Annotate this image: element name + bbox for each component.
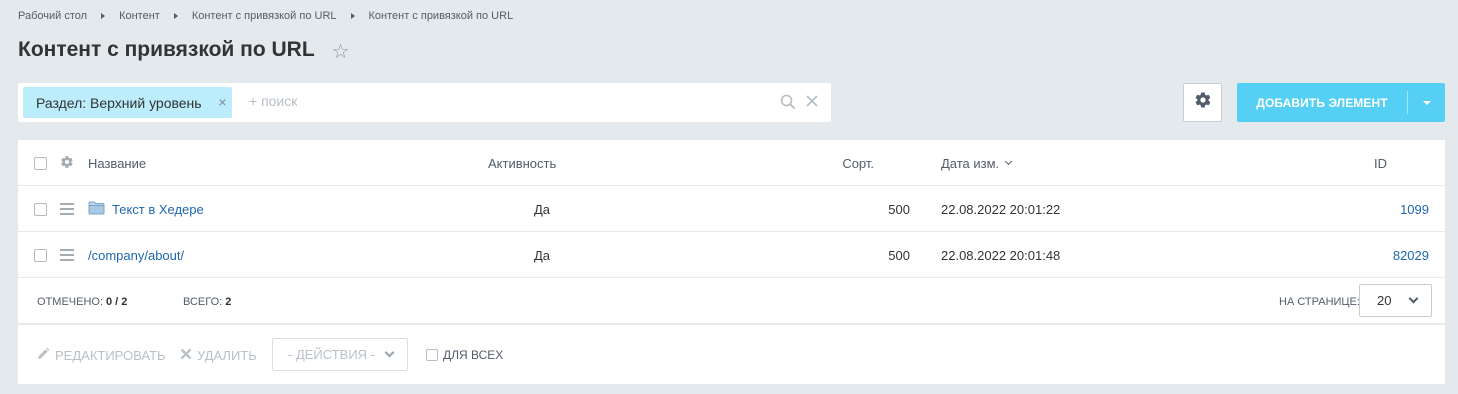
add-element-dropdown-button[interactable]: [1408, 100, 1445, 105]
row-id-link[interactable]: 1099: [1400, 202, 1429, 217]
title-row: Контент с привязкой по URL ☆: [18, 38, 350, 62]
folder-icon: [88, 201, 105, 218]
breadcrumb-item-content[interactable]: Контент: [119, 10, 160, 22]
column-header-name[interactable]: Название: [88, 140, 146, 186]
add-element-label: ДОБАВИТЬ ЭЛЕМЕНТ: [1256, 95, 1388, 110]
drag-handle-icon[interactable]: [60, 249, 74, 261]
row-date-cell: 22.08.2022 20:01:48: [941, 247, 1061, 263]
breadcrumb-separator-icon: [350, 13, 355, 19]
row-menu-cell: [60, 232, 74, 278]
filter-tag-close-icon[interactable]: ×: [218, 94, 226, 110]
row-checkbox[interactable]: [34, 248, 47, 262]
filter-tag-label: Раздел: Верхний уровень: [36, 94, 202, 111]
content-grid: Название Активность Сорт. Дата изм. ID Т…: [18, 140, 1445, 384]
per-page-label: НА СТРАНИЦЕ:: [1279, 295, 1360, 308]
for-all-checkbox[interactable]: [426, 349, 438, 361]
column-settings-cell: [60, 140, 74, 186]
add-element-button[interactable]: ДОБАВИТЬ ЭЛЕМЕНТ: [1237, 83, 1445, 122]
gear-icon: [1194, 91, 1212, 114]
table-row[interactable]: /company/about/ Да 500 22.08.2022 20:01:…: [18, 232, 1445, 278]
column-header-active[interactable]: Активность: [488, 140, 556, 186]
chevron-down-icon: [1408, 293, 1419, 304]
selected-count: ОТМЕЧЕНО: 0 / 2: [37, 278, 127, 325]
chevron-down-icon: [1422, 100, 1431, 105]
row-name-cell: Текст в Хедере: [88, 186, 204, 232]
settings-button[interactable]: [1183, 83, 1222, 122]
row-checkbox-cell: [34, 186, 47, 232]
row-active-cell: Да: [533, 201, 551, 217]
breadcrumb-item-current[interactable]: Контент с привязкой по URL: [369, 10, 514, 22]
selected-count-value: 0 / 2: [106, 295, 128, 308]
search-input[interactable]: [249, 93, 749, 109]
breadcrumb-item-url-content[interactable]: Контент с привязкой по URL: [192, 10, 337, 22]
search-icon[interactable]: [780, 94, 796, 115]
column-header-id[interactable]: ID: [1308, 140, 1387, 186]
select-all-cell: [34, 140, 47, 186]
total-count-label: ВСЕГО:: [183, 295, 223, 308]
row-name-link[interactable]: /company/about/: [88, 248, 184, 263]
page-title: Контент с привязкой по URL: [18, 38, 315, 61]
column-header-sort[interactable]: Сорт.: [808, 140, 874, 186]
for-all-label: ДЛЯ ВСЕХ: [443, 348, 504, 362]
actions-select-value: - ДЕЙСТВИЯ -: [288, 347, 376, 362]
filter-tag[interactable]: Раздел: Верхний уровень ×: [23, 87, 232, 118]
pencil-icon: [36, 347, 50, 364]
row-date-cell: 22.08.2022 20:01:22: [941, 201, 1061, 217]
column-header-date-label: Дата изм.: [941, 155, 1000, 171]
total-count: ВСЕГО: 2: [183, 278, 231, 325]
select-all-checkbox[interactable]: [34, 156, 47, 170]
delete-button[interactable]: УДАЛИТЬ: [180, 326, 257, 384]
per-page-select[interactable]: 20: [1359, 284, 1432, 317]
column-header-date[interactable]: Дата изм.: [941, 140, 1013, 186]
sort-desc-chevron-icon: [1005, 157, 1013, 166]
star-icon[interactable]: ☆: [332, 42, 350, 62]
row-active-cell: Да: [533, 247, 551, 263]
gear-icon[interactable]: [60, 155, 74, 172]
clear-icon[interactable]: [805, 94, 819, 113]
chevron-down-icon: [384, 347, 395, 358]
table-row[interactable]: Текст в Хедере Да 500 22.08.2022 20:01:2…: [18, 186, 1445, 232]
row-id-cell: 1099: [1308, 186, 1429, 232]
grid-header-row: Название Активность Сорт. Дата изм. ID: [18, 140, 1445, 186]
breadcrumb: Рабочий стол Контент Контент с привязкой…: [18, 10, 513, 22]
row-id-link[interactable]: 82029: [1393, 248, 1429, 263]
row-checkbox[interactable]: [34, 202, 47, 216]
row-id-cell: 82029: [1308, 232, 1429, 278]
per-page-value: 20: [1377, 293, 1392, 308]
drag-handle-icon[interactable]: [60, 203, 74, 215]
breadcrumb-separator-icon: [173, 13, 178, 19]
group-actions-bar: РЕДАКТИРОВАТЬ УДАЛИТЬ - ДЕЙСТВИЯ - ДЛЯ В…: [18, 326, 1445, 384]
row-checkbox-cell: [34, 232, 47, 278]
actions-select[interactable]: - ДЕЙСТВИЯ -: [272, 338, 408, 371]
for-all-toggle[interactable]: ДЛЯ ВСЕХ: [426, 326, 503, 384]
breadcrumb-item-desktop[interactable]: Рабочий стол: [18, 10, 87, 22]
grid-footer: ОТМЕЧЕНО: 0 / 2 ВСЕГО: 2 НА СТРАНИЦЕ: 20: [18, 278, 1445, 325]
row-menu-cell: [60, 186, 74, 232]
edit-button[interactable]: РЕДАКТИРОВАТЬ: [36, 326, 166, 384]
filter-search-box[interactable]: Раздел: Верхний уровень ×: [18, 83, 831, 122]
row-name-link[interactable]: Текст в Хедере: [112, 202, 204, 217]
row-sort-cell: 500: [888, 201, 910, 217]
total-count-value: 2: [225, 295, 232, 308]
row-sort-cell: 500: [888, 247, 910, 263]
edit-button-label: РЕДАКТИРОВАТЬ: [55, 347, 166, 363]
breadcrumb-separator-icon: [101, 13, 106, 19]
delete-x-icon: [180, 348, 192, 363]
selected-count-label: ОТМЕЧЕНО:: [37, 295, 103, 308]
row-name-cell: /company/about/: [88, 232, 184, 278]
delete-button-label: УДАЛИТЬ: [197, 347, 257, 363]
